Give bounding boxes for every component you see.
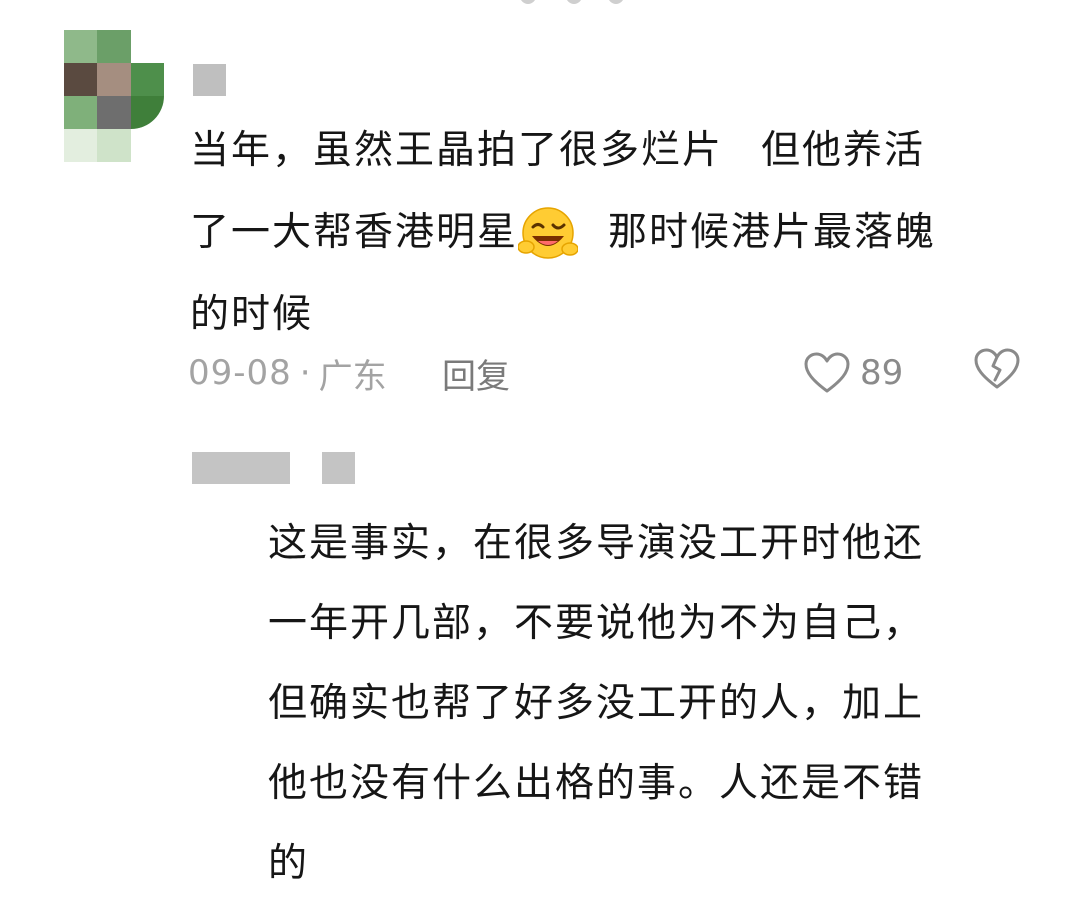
comment-meta-row: 09-08 · 广东 回复 89 [188, 345, 1028, 401]
dislike-button[interactable] [974, 348, 1020, 399]
reply-line: 这是事实，在很多导演没工开时他还 [268, 521, 925, 566]
comment-line: 的时候 [190, 274, 1020, 356]
heart-outline-icon [804, 352, 850, 393]
reply-line: 但确实也帮了好多没工开的人，加上 [268, 681, 925, 726]
like-button[interactable]: 89 [804, 352, 903, 394]
reply-body: 这是事实，在很多导演没工开时他还 一年开几部，不要说他为不为自己， 但确实也帮了… [268, 504, 1028, 904]
comment-line: 当年，虽然王晶拍了很多烂片 但他养活 [190, 110, 1020, 192]
reply-line: 的 [268, 841, 310, 886]
reply-button[interactable]: 回复 [442, 349, 510, 398]
comment-text-segment: 的时候 [190, 292, 314, 337]
cropped-top-text [520, 0, 630, 8]
comment-text-segment: 了一大帮香港明星 [190, 210, 519, 255]
meta-separator: · [299, 353, 311, 393]
broken-heart-icon [974, 348, 1020, 388]
comment-text-segment: 但他养活 [761, 128, 926, 173]
comment-line: 了一大帮香港明星 那时候港片最落魄 [190, 192, 1020, 274]
grinning-winking-face-icon [518, 207, 579, 259]
masked-reply-username[interactable] [192, 452, 290, 484]
masked-username[interactable] [193, 64, 226, 96]
reply-line: 他也没有什么出格的事。人还是不错 [268, 761, 925, 806]
comment-body: 当年，虽然王晶拍了很多烂片 但他养活 了一大帮香港明星 那时候港片最落魄 的时候 [190, 110, 1020, 356]
masked-reply-target[interactable] [322, 452, 355, 484]
comment-text-segment: 当年，虽然王晶拍了很多烂片 [190, 128, 724, 173]
comment-location: 广东 [318, 356, 387, 397]
comment-date: 09-08 [188, 353, 292, 393]
avatar[interactable] [64, 30, 164, 162]
reply-line: 一年开几部，不要说他为不为自己， [268, 601, 925, 646]
like-count: 89 [860, 353, 904, 393]
comment-text-segment: 那时候港片最落魄 [608, 210, 937, 255]
